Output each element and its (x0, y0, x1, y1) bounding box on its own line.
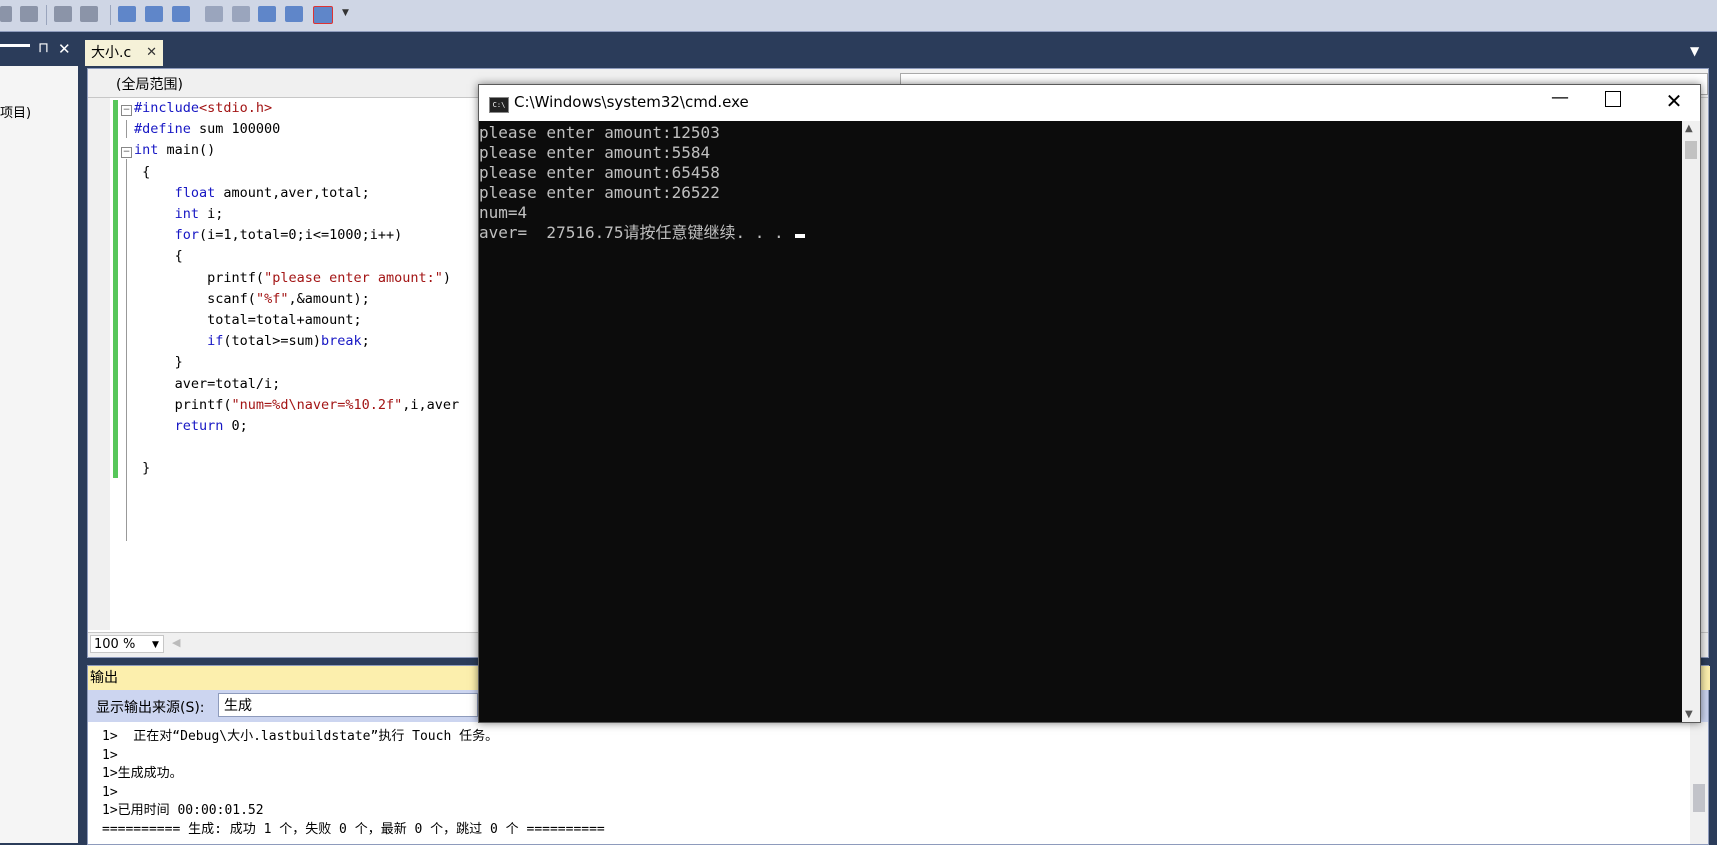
align-left-icon[interactable] (0, 6, 12, 22)
fold-line (126, 120, 127, 138)
panel-tab-indicator (0, 44, 30, 47)
zoom-select[interactable]: 100 % ▼ (90, 635, 164, 653)
main-toolbar: ▼ (0, 0, 1717, 32)
scroll-left-icon[interactable]: ◀ (172, 636, 180, 649)
scroll-down-icon[interactable]: ▼ (1685, 709, 1693, 720)
cmd-scrollbar[interactable]: ▲ ▼ (1682, 121, 1700, 722)
prev-bookmark-folder-icon[interactable] (205, 6, 223, 22)
prev-bookmark-icon[interactable] (145, 6, 163, 22)
code-line: int main() (134, 142, 216, 159)
next-bookmark-icon[interactable] (172, 6, 190, 22)
fold-toggle-icon[interactable]: − (121, 147, 132, 158)
cmd-titlebar[interactable]: C:\ C:\Windows\system32\cmd.exe — ✕ (479, 85, 1700, 121)
zoom-level: 100 % (94, 637, 136, 652)
solution-explorer-panel: ⊓ ✕ 项目) (0, 32, 78, 843)
code-line: aver=total/i; (174, 375, 281, 392)
console-line: please enter amount:12503 (479, 123, 720, 142)
code-line: if(total>=sum)break; (207, 333, 370, 350)
code-line: { (134, 163, 151, 180)
code-line: #define sum 100000 (134, 121, 281, 138)
cmd-window[interactable]: C:\ C:\Windows\system32\cmd.exe — ✕ plea… (478, 84, 1701, 723)
code-line: } (174, 354, 183, 371)
project-item[interactable]: 项目) (0, 102, 31, 121)
close-icon[interactable]: ✕ (58, 40, 71, 58)
scrollbar-thumb[interactable] (1685, 141, 1697, 159)
cmd-title: C:\Windows\system32\cmd.exe (514, 93, 749, 111)
code-line: total=total+amount; (207, 312, 362, 329)
bookmark-icon[interactable] (118, 6, 136, 22)
text-cursor (795, 234, 806, 238)
scope-dropdown[interactable]: (全局范围) (116, 74, 183, 94)
toolbar-separator (110, 5, 111, 25)
output-line: 1> 正在对“Debug\大小.lastbuildstate”执行 Touch … (102, 729, 499, 744)
console-line: please enter amount:5584 (479, 143, 711, 162)
panel-header: ⊓ ✕ (0, 32, 78, 66)
clear-bookmarks-icon[interactable] (313, 6, 333, 24)
fold-toggle-icon[interactable]: − (121, 105, 132, 116)
code-text[interactable]: #include<stdio.h> #define sum 100000 int… (134, 98, 459, 480)
output-line: 1>生成成功。 (102, 766, 183, 781)
tab-file[interactable]: 大小.c ✕ (85, 40, 163, 66)
chevron-down-icon[interactable]: ▼ (1690, 44, 1699, 58)
toolbar-separator (46, 5, 47, 25)
console-line: aver= 27516.75请按任意键继续. . . (479, 223, 794, 242)
close-icon[interactable]: ✕ (1659, 89, 1689, 113)
indent-icon[interactable] (20, 6, 38, 22)
output-line: ========== 生成: 成功 1 个，失败 0 个，最新 0 个，跳过 0… (102, 821, 605, 837)
next-bookmark-folder-icon[interactable] (232, 6, 250, 22)
output-line: 1>已用时间 00:00:01.52 (102, 803, 264, 818)
change-indicator (113, 100, 118, 478)
next-bookmark-doc-icon[interactable] (285, 6, 303, 22)
output-line: 1> (102, 747, 118, 763)
comment-icon[interactable] (54, 6, 72, 22)
chevron-down-icon[interactable]: ▼ (152, 636, 159, 654)
code-line: printf("num=%d\naver=%10.2f",i,aver (174, 396, 460, 413)
cmd-icon: C:\ (489, 97, 509, 113)
cmd-text: please enter amount:12503 please enter a… (479, 123, 806, 243)
console-line: please enter amount:26522 (479, 183, 720, 202)
code-line: } (134, 460, 151, 477)
code-line: int i; (174, 206, 224, 223)
output-source-label: 显示输出来源(S): (96, 700, 205, 716)
scrollbar-thumb[interactable] (1693, 784, 1705, 812)
maximize-icon[interactable] (1605, 91, 1621, 107)
close-icon[interactable]: ✕ (146, 40, 157, 66)
output-source-select[interactable]: 生成 (218, 693, 478, 717)
code-line: for(i=1,total=0;i<=1000;i++) (174, 227, 403, 244)
code-line: return 0; (174, 418, 248, 435)
output-text[interactable]: 1> 正在对“Debug\大小.lastbuildstate”执行 Touch … (102, 728, 605, 839)
code-line: { (174, 248, 183, 265)
console-line: num=4 (479, 203, 528, 222)
prev-bookmark-doc-icon[interactable] (258, 6, 276, 22)
fold-line (126, 159, 127, 541)
minimize-icon[interactable]: — (1545, 87, 1575, 108)
cmd-console[interactable]: please enter amount:12503 please enter a… (479, 121, 1680, 722)
scroll-up-icon[interactable]: ▲ (1685, 123, 1693, 134)
code-line: printf("please enter amount:") (207, 269, 452, 286)
pin-icon[interactable]: ⊓ (38, 40, 49, 56)
code-line: #include<stdio.h> (134, 100, 273, 116)
console-line: please enter amount:65458 (479, 163, 720, 182)
output-line: 1> (102, 784, 118, 800)
editor-gutter (88, 98, 110, 630)
code-line: float amount,aver,total; (174, 184, 370, 201)
uncomment-icon[interactable] (80, 6, 98, 22)
output-scrollbar[interactable] (1690, 722, 1708, 844)
tab-file-label: 大小.c (91, 45, 132, 61)
code-line: scanf("%f",&amount); (207, 290, 370, 307)
toolbar-overflow-icon[interactable]: ▼ (342, 8, 352, 22)
